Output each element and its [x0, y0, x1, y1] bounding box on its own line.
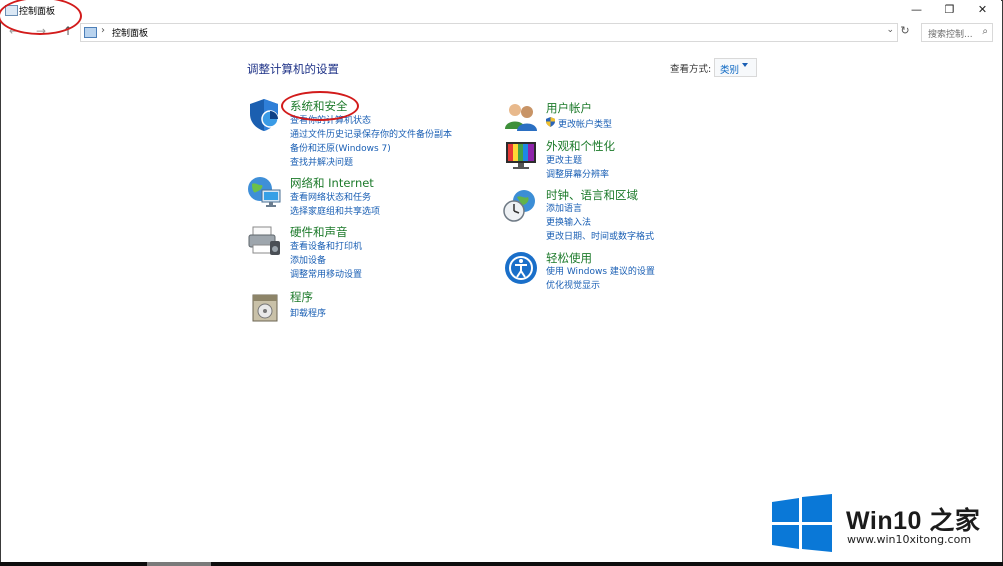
dropdown-arrow-icon: [742, 63, 748, 67]
category-title-network-internet[interactable]: 网络和 Internet: [290, 175, 374, 191]
category-title-hardware-sound[interactable]: 硬件和声音: [290, 224, 348, 240]
link-add-language[interactable]: 添加语言: [546, 201, 582, 214]
category-title-user-accounts[interactable]: 用户帐户: [546, 100, 592, 116]
link-file-history-backup[interactable]: 通过文件历史记录保存你的文件备份副本: [290, 127, 452, 140]
category-title-programs[interactable]: 程序: [290, 289, 313, 305]
page-title: 调整计算机的设置: [247, 62, 339, 76]
refresh-icon[interactable]: ↻: [898, 24, 912, 40]
clock-globe-icon[interactable]: [502, 187, 538, 223]
link-optimize-visual-display[interactable]: 优化视觉显示: [546, 278, 600, 291]
accessibility-icon[interactable]: [503, 250, 539, 286]
link-devices-printers[interactable]: 查看设备和打印机: [290, 239, 362, 252]
chevron-down-icon[interactable]: ⌄: [886, 25, 894, 35]
navigation-bar: ← → ↑ › 控制面板 ⌄ ↻ 搜索控制... ⌕: [0, 21, 1001, 43]
breadcrumb-chevron-icon[interactable]: ›: [101, 25, 105, 36]
link-change-account-type[interactable]: 更改帐户类型: [558, 117, 612, 130]
restore-button[interactable]: ❐: [933, 0, 966, 20]
search-input[interactable]: 搜索控制... ⌕: [921, 23, 993, 42]
link-backup-restore[interactable]: 备份和还原(Windows 7): [290, 141, 391, 154]
program-box-icon[interactable]: [248, 289, 284, 325]
network-globe-icon[interactable]: [246, 174, 282, 210]
title-bar: 控制面板 — ❐ ✕: [0, 0, 1001, 21]
address-box[interactable]: › 控制面板 ⌄: [80, 23, 898, 42]
watermark-url: www.win10xitong.com: [847, 533, 972, 546]
window-frame: [0, 0, 1003, 566]
link-uninstall-program[interactable]: 卸载程序: [290, 306, 326, 319]
category-title-appearance[interactable]: 外观和个性化: [546, 138, 615, 154]
bottom-scroll-thumb: [147, 562, 211, 566]
search-placeholder: 搜索控制...: [928, 30, 973, 40]
view-by-label: 查看方式:: [670, 64, 712, 75]
view-by-value: 类别: [720, 65, 740, 76]
users-icon[interactable]: [503, 99, 539, 135]
link-recommended-settings[interactable]: 使用 Windows 建议的设置: [546, 264, 655, 277]
search-icon[interactable]: ⌕: [982, 26, 988, 37]
link-change-input-method[interactable]: 更换输入法: [546, 215, 591, 228]
view-by-select[interactable]: 类别: [714, 58, 757, 77]
printer-icon[interactable]: [246, 223, 282, 259]
link-mobility-settings[interactable]: 调整常用移动设置: [290, 267, 362, 280]
link-troubleshoot[interactable]: 查找并解决问题: [290, 155, 353, 168]
watermark-brand: Win10 之家: [846, 507, 981, 535]
link-homegroup-sharing[interactable]: 选择家庭组和共享选项: [290, 204, 380, 217]
windows-logo-icon: [772, 494, 832, 552]
link-add-device[interactable]: 添加设备: [290, 253, 326, 266]
uac-shield-icon: [546, 117, 555, 127]
close-button[interactable]: ✕: [966, 0, 999, 20]
control-panel-icon: [84, 27, 97, 38]
link-screen-resolution[interactable]: 调整屏幕分辨率: [546, 167, 609, 180]
minimize-button[interactable]: —: [900, 0, 933, 20]
breadcrumb-control-panel[interactable]: 控制面板: [112, 26, 148, 39]
monitor-colors-icon[interactable]: [503, 138, 539, 174]
shield-icon[interactable]: [246, 97, 282, 133]
link-change-theme[interactable]: 更改主题: [546, 153, 582, 166]
annotation-circle-system-security: [281, 91, 359, 121]
link-network-status[interactable]: 查看网络状态和任务: [290, 190, 371, 203]
link-date-time-format[interactable]: 更改日期、时间或数字格式: [546, 229, 654, 242]
